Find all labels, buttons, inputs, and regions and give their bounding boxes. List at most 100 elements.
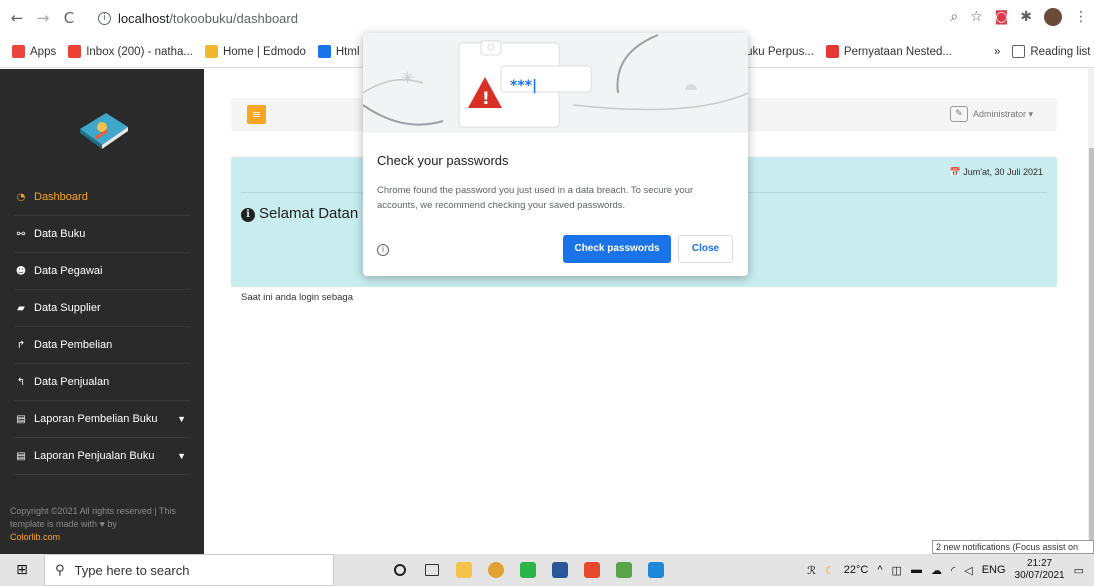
toolbar-actions: ⌕ ☆ ◙ ✱ ⋮ — [950, 8, 1088, 26]
back-icon[interactable]: ← — [4, 9, 30, 27]
weather-icon[interactable]: ☾ — [825, 564, 835, 577]
info-circle-icon: i — [241, 208, 255, 222]
wifi-icon[interactable]: ◜ — [951, 564, 955, 577]
sidebar-item[interactable]: ↰ Data Penjualan — [14, 364, 190, 401]
scrollbar-thumb[interactable] — [1089, 148, 1094, 586]
sidebar-menu: ◔ Dashboard ⚯ Data Buku ☻ Data Pegawai ▰ Data S… — [14, 179, 190, 475]
bookmark-label: Home | Edmodo — [222, 45, 306, 58]
language[interactable]: ENG — [982, 564, 1006, 576]
sidebar-item[interactable]: ▰ Data Supplier — [14, 290, 190, 327]
bookmark-star-icon[interactable]: ☆ — [970, 9, 983, 25]
bookmark-item[interactable]: Html J — [317, 45, 368, 58]
bookmark-label: Inbox (200) - natha... — [86, 45, 193, 58]
bookmark-item[interactable]: Inbox (200) - natha... — [68, 45, 193, 58]
clock[interactable]: 21:27 30/07/2021 — [1015, 558, 1065, 582]
windows-taskbar: ⊞ ⚲ Type here to search ℛ ☾ 22°C ^ ◫ ▬ ☁… — [0, 554, 1094, 586]
menu-toggle-button[interactable]: ≡ — [247, 105, 266, 124]
sidebar-item[interactable]: ⚯ Data Buku — [14, 216, 190, 253]
users-icon: ☻ — [15, 265, 27, 277]
browser-toolbar: ← → C i localhost/tokoobuku/dashboard ⌕ … — [0, 0, 1094, 36]
sidebar-item-label: Data Pembelian — [34, 339, 113, 351]
colorlib-link[interactable]: Colorlib.com — [10, 531, 200, 544]
caret-down-icon: ▼ — [177, 451, 186, 461]
chrome-icon[interactable] — [480, 554, 512, 586]
bookmark-favicon-icon — [68, 45, 82, 58]
temperature[interactable]: 22°C — [844, 564, 869, 576]
sidebar-item-label: Data Pegawai — [34, 265, 103, 277]
welcome-title-text: Selamat Datan — [259, 205, 359, 222]
sidebar-item-label: Dashboard — [34, 191, 88, 203]
zoom-icon[interactable]: ⌕ — [950, 9, 958, 25]
sidebar-item[interactable]: ☻ Data Pegawai — [14, 253, 190, 290]
forward-icon[interactable]: → — [30, 9, 56, 27]
volume-icon[interactable]: ◁ — [964, 564, 972, 577]
url-host: localhost — [118, 10, 170, 26]
search-icon: ⚲ — [55, 562, 65, 578]
close-button[interactable]: Close — [678, 235, 733, 263]
network-icon[interactable]: ◫ — [892, 564, 902, 577]
notification-center-icon[interactable]: ▭ — [1074, 564, 1084, 577]
info-icon[interactable]: i — [377, 244, 389, 256]
sidebar-item[interactable]: ▤ Laporan Pembelian Buku ▼ — [14, 401, 190, 438]
sidebar-item[interactable]: ↱ Data Pembelian — [14, 327, 190, 364]
bookmarks-more-icon[interactable]: » — [994, 46, 1000, 58]
notepad-icon[interactable] — [608, 554, 640, 586]
search-placeholder: Type here to search — [74, 562, 190, 578]
cortana-icon[interactable] — [384, 554, 416, 586]
bookmark-item[interactable]: Apps — [12, 45, 56, 58]
password-stars: ***| — [510, 78, 537, 94]
sidebar-item-label: Data Buku — [34, 228, 86, 240]
chrome-menu-icon[interactable]: ⋮ — [1074, 9, 1088, 25]
sidebar-item-label: Data Penjualan — [34, 376, 110, 388]
line-app-icon[interactable] — [512, 554, 544, 586]
bookmark-item[interactable]: Home | Edmodo — [204, 45, 306, 58]
admin-label: Administrator ▾ — [972, 108, 1033, 119]
sidebar-item[interactable]: ▤ Laporan Penjualan Buku ▼ — [14, 438, 190, 475]
tachometer-icon: ◔ — [16, 191, 26, 203]
reload-icon[interactable]: C — [56, 9, 82, 27]
url-path: /tokoobuku/dashboard — [169, 10, 298, 26]
share-icon: ⚯ — [16, 228, 26, 240]
profile-avatar-icon[interactable] — [1044, 8, 1062, 26]
cloud-icon[interactable]: ☁ — [931, 564, 942, 577]
bookmark-label: Apps — [30, 45, 57, 58]
word-icon[interactable] — [544, 554, 576, 586]
svg-text:✳: ✳ — [401, 68, 414, 87]
sidebar-item-label: Data Supplier — [34, 302, 101, 314]
bookmark-favicon-icon — [204, 45, 218, 58]
pocket-extension-icon[interactable]: ◙ — [995, 9, 1009, 25]
address-bar[interactable]: i localhost/tokoobuku/dashboard — [98, 6, 978, 30]
clock-date: 30/07/2021 — [1014, 570, 1065, 581]
people-icon[interactable]: ℛ — [807, 564, 816, 577]
caret-down-icon: ▼ — [177, 414, 186, 424]
file-explorer-icon[interactable] — [448, 554, 480, 586]
welcome-text: Saat ini anda login sebaga — [241, 292, 353, 303]
task-view-icon[interactable] — [416, 554, 448, 586]
file-icon: ▤ — [16, 450, 26, 462]
notification-toast[interactable]: 2 new notifications (Focus assist on — [932, 540, 1094, 554]
dialog-title: Check your passwords — [377, 153, 509, 168]
reading-list-label: Reading list — [1030, 45, 1091, 58]
check-passwords-button[interactable]: Check passwords — [563, 235, 671, 263]
reading-list-button[interactable]: Reading list — [1012, 45, 1090, 58]
xampp-icon[interactable] — [576, 554, 608, 586]
extensions-puzzle-icon[interactable]: ✱ — [1020, 9, 1032, 25]
scrollbar[interactable] — [1088, 69, 1094, 586]
dialog-body: Chrome found the password you just used … — [377, 185, 694, 211]
reply-icon: ↰ — [16, 376, 26, 388]
site-info-icon[interactable]: i — [98, 11, 111, 25]
windows-start-icon[interactable]: ⊞ — [0, 562, 44, 578]
system-tray: ℛ ☾ 22°C ^ ◫ ▬ ☁ ◜ ◁ ENG 21:27 30/07/202… — [807, 554, 1084, 586]
bookmark-label: Pernyataan Nested... — [843, 45, 952, 58]
battery-icon[interactable]: ▬ — [911, 564, 922, 576]
sidebar-item[interactable]: ◔ Dashboard — [14, 179, 190, 216]
bookmark-favicon-icon — [12, 45, 25, 58]
password-illustration: ✳ ! ***| — [363, 33, 748, 133]
vscode-icon[interactable] — [640, 554, 672, 586]
sidebar-item-label: Laporan Pembelian Buku — [34, 413, 158, 425]
taskbar-search[interactable]: ⚲ Type here to search — [44, 554, 334, 586]
admin-dropdown[interactable]: ✎ Administrator ▾ — [949, 106, 1033, 122]
bookmark-item[interactable]: Pernyataan Nested... — [825, 45, 952, 58]
chevron-up-icon[interactable]: ^ — [877, 564, 882, 576]
truck-icon: ▰ — [17, 302, 25, 314]
